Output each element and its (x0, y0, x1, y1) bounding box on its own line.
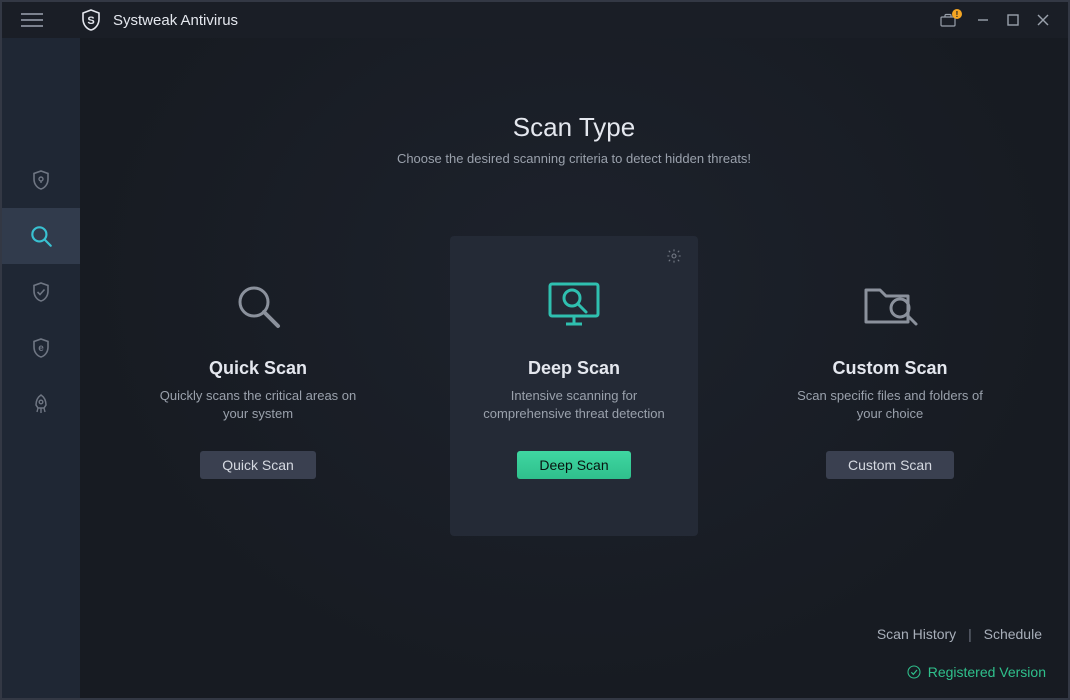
shield-lock-icon (29, 168, 53, 192)
scan-cards: Quick Scan Quickly scans the critical ar… (80, 236, 1068, 536)
rocket-icon (29, 392, 53, 416)
sidebar-item-optimize[interactable] (2, 376, 80, 432)
card-deep-scan[interactable]: Deep Scan Intensive scanning for compreh… (450, 236, 698, 536)
app-logo: S (77, 6, 105, 34)
maximize-icon (1007, 14, 1019, 26)
deep-scan-icon (542, 278, 606, 334)
sidebar-item-scan[interactable] (2, 208, 80, 264)
page-title: Scan Type (80, 112, 1068, 143)
card-custom-scan[interactable]: Custom Scan Scan specific files and fold… (766, 236, 1014, 536)
hamburger-icon (21, 13, 43, 27)
quick-scan-icon (230, 278, 286, 334)
divider: | (968, 626, 972, 642)
maximize-button[interactable] (998, 8, 1028, 32)
sidebar-item-realtime[interactable] (2, 264, 80, 320)
close-button[interactable] (1028, 8, 1058, 32)
svg-text:S: S (87, 15, 94, 27)
sidebar: e (2, 2, 80, 698)
license-status: Registered Version (906, 664, 1046, 680)
quick-scan-icon-wrap (152, 266, 364, 346)
footer-links: Scan History | Schedule (877, 626, 1042, 642)
shield-logo-icon: S (79, 8, 103, 32)
custom-scan-desc: Scan specific files and folders of your … (784, 387, 996, 427)
notification-badge: ! (952, 9, 962, 19)
deep-scan-button[interactable]: Deep Scan (517, 451, 630, 479)
minimize-icon (977, 14, 989, 26)
minimize-button[interactable] (968, 8, 998, 32)
custom-scan-icon-wrap (784, 266, 996, 346)
schedule-link[interactable]: Schedule (984, 626, 1042, 642)
close-icon (1037, 14, 1049, 26)
sidebar-item-web[interactable]: e (2, 320, 80, 376)
custom-scan-icon (858, 278, 922, 334)
shield-check-icon (29, 280, 53, 304)
deep-scan-icon-wrap (468, 266, 680, 346)
quick-scan-title: Quick Scan (152, 358, 364, 379)
app-title: Systweak Antivirus (113, 12, 238, 29)
hamburger-menu-button[interactable] (12, 2, 52, 38)
deep-scan-settings-button[interactable] (666, 248, 682, 269)
custom-scan-title: Custom Scan (784, 358, 996, 379)
notifications-button[interactable]: ! (938, 8, 968, 32)
shield-e-icon: e (29, 336, 53, 360)
quick-scan-desc: Quickly scans the critical areas on your… (152, 387, 364, 427)
license-status-text: Registered Version (928, 664, 1046, 680)
app-window: S Systweak Antivirus ! (0, 0, 1070, 700)
title-bar: S Systweak Antivirus ! (2, 2, 1068, 38)
check-circle-icon (906, 664, 922, 680)
main-content: Scan Type Choose the desired scanning cr… (80, 2, 1068, 698)
sidebar-item-protection[interactable] (2, 152, 80, 208)
card-quick-scan[interactable]: Quick Scan Quickly scans the critical ar… (134, 236, 382, 536)
custom-scan-button[interactable]: Custom Scan (826, 451, 954, 479)
page-subtitle: Choose the desired scanning criteria to … (80, 151, 1068, 166)
quick-scan-button[interactable]: Quick Scan (200, 451, 316, 479)
deep-scan-title: Deep Scan (468, 358, 680, 379)
scan-history-link[interactable]: Scan History (877, 626, 956, 642)
deep-scan-desc: Intensive scanning for comprehensive thr… (468, 387, 680, 427)
svg-text:e: e (38, 343, 44, 354)
magnifier-icon (28, 223, 54, 249)
gear-icon (666, 248, 682, 264)
